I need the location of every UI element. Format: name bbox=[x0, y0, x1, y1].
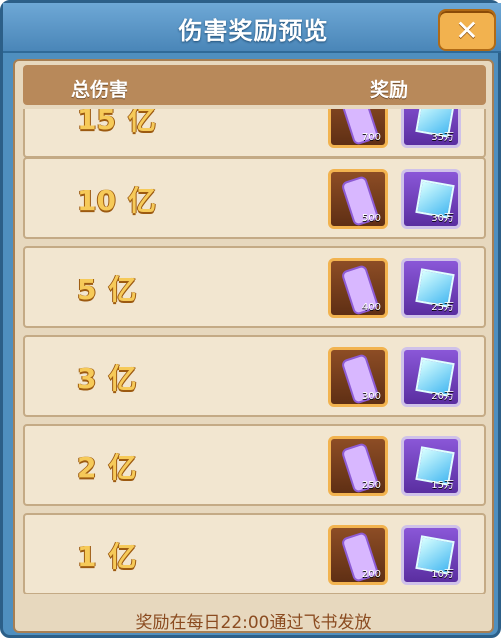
damage-amount: 2亿 bbox=[77, 451, 137, 484]
table-row: 2亿 250 15万 bbox=[23, 424, 486, 506]
game-window: 伤害奖励预览 ✕ 总伤害 奖励 15 亿 700 35万 10 亿 500 30万 … bbox=[0, 0, 501, 638]
scroll-reward-icon[interactable]: 700 bbox=[328, 109, 388, 148]
gem-reward-icon[interactable]: 10万 bbox=[401, 525, 461, 585]
scroll-reward-icon[interactable]: 250 bbox=[328, 436, 388, 496]
gem-reward-icon[interactable]: 35万 bbox=[401, 109, 461, 148]
table-row: 10 亿 500 30万 bbox=[23, 157, 486, 239]
damage-amount: 5亿 bbox=[77, 273, 137, 306]
gem-reward-icon[interactable]: 30万 bbox=[401, 169, 461, 229]
title-bar: 伤害奖励预览 ✕ bbox=[3, 3, 501, 53]
gem-reward-icon[interactable]: 20万 bbox=[401, 347, 461, 407]
damage-amount: 1亿 bbox=[77, 540, 137, 573]
scroll-reward-icon[interactable]: 500 bbox=[328, 169, 388, 229]
damage-amount: 3亿 bbox=[77, 362, 137, 395]
damage-amount: 15 亿 bbox=[77, 109, 156, 136]
header-reward: 奖励 bbox=[369, 79, 408, 101]
gem-reward-icon[interactable]: 25万 bbox=[401, 258, 461, 318]
damage-amount: 10 亿 bbox=[77, 184, 156, 217]
window-title: 伤害奖励预览 bbox=[178, 17, 329, 45]
table-header: 总伤害 奖励 bbox=[23, 65, 486, 105]
table-row: 5亿 400 25万 bbox=[23, 246, 486, 328]
table-row: 3亿 300 20万 bbox=[23, 335, 486, 417]
close-button[interactable]: ✕ bbox=[438, 9, 496, 51]
gem-reward-icon[interactable]: 15万 bbox=[401, 436, 461, 496]
table-row: 15 亿 700 35万 bbox=[23, 109, 486, 158]
reward-list[interactable]: 15 亿 700 35万 10 亿 500 30万 5亿 400 25万 3亿 30… bbox=[23, 109, 486, 594]
scroll-reward-icon[interactable]: 300 bbox=[328, 347, 388, 407]
header-total-damage: 总伤害 bbox=[71, 79, 129, 101]
scroll-reward-icon[interactable]: 200 bbox=[328, 525, 388, 585]
close-icon: ✕ bbox=[455, 14, 479, 47]
reward-panel: 总伤害 奖励 15 亿 700 35万 10 亿 500 30万 5亿 400 25… bbox=[13, 59, 494, 633]
footer-note: 奖励在每日22:00通过飞书发放 bbox=[135, 613, 372, 633]
scroll-reward-icon[interactable]: 400 bbox=[328, 258, 388, 318]
table-row: 1亿 200 10万 bbox=[23, 513, 486, 594]
